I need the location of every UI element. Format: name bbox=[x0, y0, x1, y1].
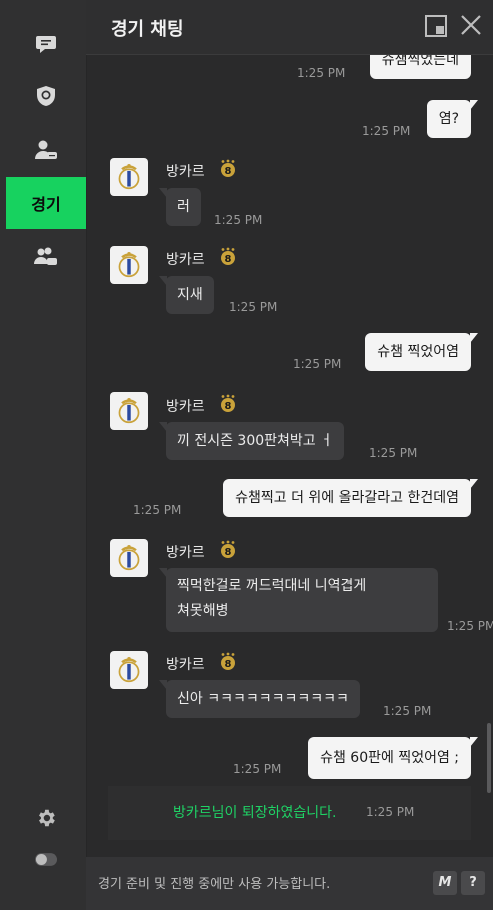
avatar[interactable] bbox=[110, 246, 148, 284]
group-chat-icon bbox=[34, 247, 57, 265]
sidebar-item-label: 경기 bbox=[31, 195, 61, 214]
chat-input-area: 경기 준비 및 진행 중에만 사용 가능합니다. M ? bbox=[86, 857, 493, 910]
avatar[interactable] bbox=[110, 651, 148, 689]
gear-icon bbox=[39, 809, 55, 827]
chat-header: 경기 채팅 bbox=[86, 0, 493, 55]
message-time: 1:25 PM bbox=[214, 213, 263, 227]
message-line: 찍먹한걸로 꺼드럭대네 니역겹게 bbox=[177, 578, 367, 594]
svg-text:8: 8 bbox=[225, 166, 232, 177]
real-madrid-crest-icon bbox=[118, 545, 140, 571]
scrollbar-thumb[interactable] bbox=[487, 723, 491, 793]
sender-name: 방카르 bbox=[166, 164, 205, 180]
system-message-text: 방카르님이 퇴장하였습니다. bbox=[173, 805, 337, 821]
input-disabled-notice: 경기 준비 및 진행 중에만 사용 가능합니다. bbox=[98, 877, 331, 892]
sender-name: 방카르 bbox=[166, 545, 205, 561]
my-message: 슈챔 60판에 찍었어염 ; bbox=[308, 737, 478, 779]
sidebar-item-friend[interactable] bbox=[6, 124, 86, 176]
popout-icon[interactable] bbox=[425, 15, 447, 37]
page-title: 경기 채팅 bbox=[111, 19, 184, 40]
message-time: 1:25 PM bbox=[447, 619, 493, 633]
message-time: 1:25 PM bbox=[229, 300, 278, 314]
message-time: 1:25 PM bbox=[293, 357, 342, 371]
chat-bubble-icon bbox=[36, 36, 56, 53]
sidebar-item-group[interactable] bbox=[6, 231, 86, 283]
toggle-switch[interactable] bbox=[6, 850, 86, 868]
sender-name: 방카르 bbox=[166, 399, 205, 415]
message-time: 1:25 PM bbox=[233, 762, 282, 776]
real-madrid-crest-icon bbox=[118, 398, 140, 424]
their-message: 러 bbox=[159, 188, 201, 226]
rank-badge-icon: 8 bbox=[221, 394, 235, 412]
user-chat-icon bbox=[35, 140, 57, 159]
sidebar-item-chat[interactable] bbox=[6, 18, 86, 70]
message-time: 1:25 PM bbox=[369, 446, 418, 460]
their-message: 신아 ㅋㅋㅋㅋㅋㅋㅋㅋㅋㅋㅋ bbox=[159, 680, 360, 718]
settings-button[interactable] bbox=[6, 806, 86, 830]
avatar[interactable] bbox=[110, 392, 148, 430]
close-icon[interactable] bbox=[459, 13, 483, 37]
my-message: 염? bbox=[426, 100, 479, 138]
message-time: 1:25 PM bbox=[297, 66, 346, 80]
their-message: 지새 bbox=[159, 276, 214, 314]
sidebar-item-club[interactable] bbox=[6, 70, 86, 122]
my-message: 슈챔 찍었어염 bbox=[365, 333, 478, 371]
sidebar-item-match[interactable]: 경기 bbox=[6, 177, 86, 229]
sender-name: 방카르 bbox=[166, 252, 205, 268]
their-message: 찍먹한걸로 꺼드럭대네 니역겹게 쳐못해병 bbox=[159, 568, 438, 632]
real-madrid-crest-icon bbox=[118, 252, 140, 278]
message-line: 쳐못해병 bbox=[177, 603, 229, 619]
message-time: 1:25 PM bbox=[133, 503, 182, 517]
toggle-icon bbox=[35, 852, 57, 866]
sidebar: 경기 bbox=[0, 0, 87, 910]
real-madrid-crest-icon bbox=[118, 657, 140, 683]
rank-badge-icon: 8 bbox=[221, 540, 235, 558]
avatar[interactable] bbox=[110, 158, 148, 196]
message-time: 1:25 PM bbox=[366, 805, 415, 819]
macro-button[interactable]: M bbox=[433, 871, 457, 895]
help-button[interactable]: ? bbox=[461, 871, 485, 895]
rank-badge-icon: 8 bbox=[221, 247, 235, 265]
real-madrid-crest-icon bbox=[118, 164, 140, 190]
rank-badge-icon: 8 bbox=[221, 159, 235, 177]
chat-messages[interactable]: 슈챔찍었는데 1:25 PM 염? 1:25 PM 방카르 8 러 1:25 P… bbox=[86, 55, 493, 855]
my-message: 슈챔찍었는데 bbox=[369, 55, 471, 79]
svg-text:8: 8 bbox=[225, 547, 232, 558]
svg-text:8: 8 bbox=[225, 401, 232, 412]
svg-text:8: 8 bbox=[225, 254, 232, 265]
my-message: 슈챔찍고 더 위에 올라갈라고 한건데염 bbox=[223, 479, 478, 517]
avatar[interactable] bbox=[110, 539, 148, 577]
their-message: 끼 전시즌 300판쳐박고 ㅓ bbox=[159, 422, 344, 460]
rank-badge-icon: 8 bbox=[221, 652, 235, 670]
svg-text:8: 8 bbox=[225, 659, 232, 670]
sender-name: 방카르 bbox=[166, 657, 205, 673]
message-time: 1:25 PM bbox=[383, 704, 432, 718]
message-time: 1:25 PM bbox=[362, 124, 411, 138]
shield-icon bbox=[37, 86, 55, 106]
